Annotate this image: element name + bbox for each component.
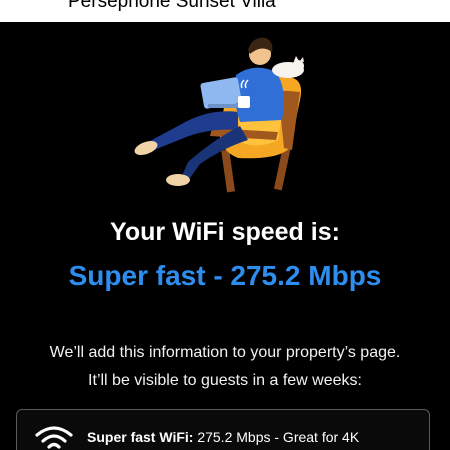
illustration [128, 30, 318, 195]
info-line-1: We’ll add this information to your prope… [49, 344, 401, 361]
wifi-summary-card: Super fast WiFi: 275.2 Mbps - Great for … [16, 409, 430, 450]
wifi-icon [35, 426, 73, 449]
wifi-summary-detail: 275.2 Mbps - Great for 4K [193, 429, 360, 445]
speed-heading: Your WiFi speed is: [110, 218, 340, 246]
person-in-armchair-illustration [134, 37, 304, 193]
speed-result: Super fast - 275.2 Mbps [68, 260, 382, 291]
info-text: We’ll add this information to your prope… [0, 339, 450, 395]
property-name: Persephone Sunset Villa [68, 0, 276, 12]
wifi-summary-label: Super fast WiFi: [87, 429, 194, 445]
info-line-2: It’ll be visible to guests in a few week… [88, 372, 362, 389]
wifi-summary-text: Super fast WiFi: 275.2 Mbps - Great for … [87, 429, 359, 445]
header-bar: Persephone Sunset Villa [0, 0, 450, 22]
